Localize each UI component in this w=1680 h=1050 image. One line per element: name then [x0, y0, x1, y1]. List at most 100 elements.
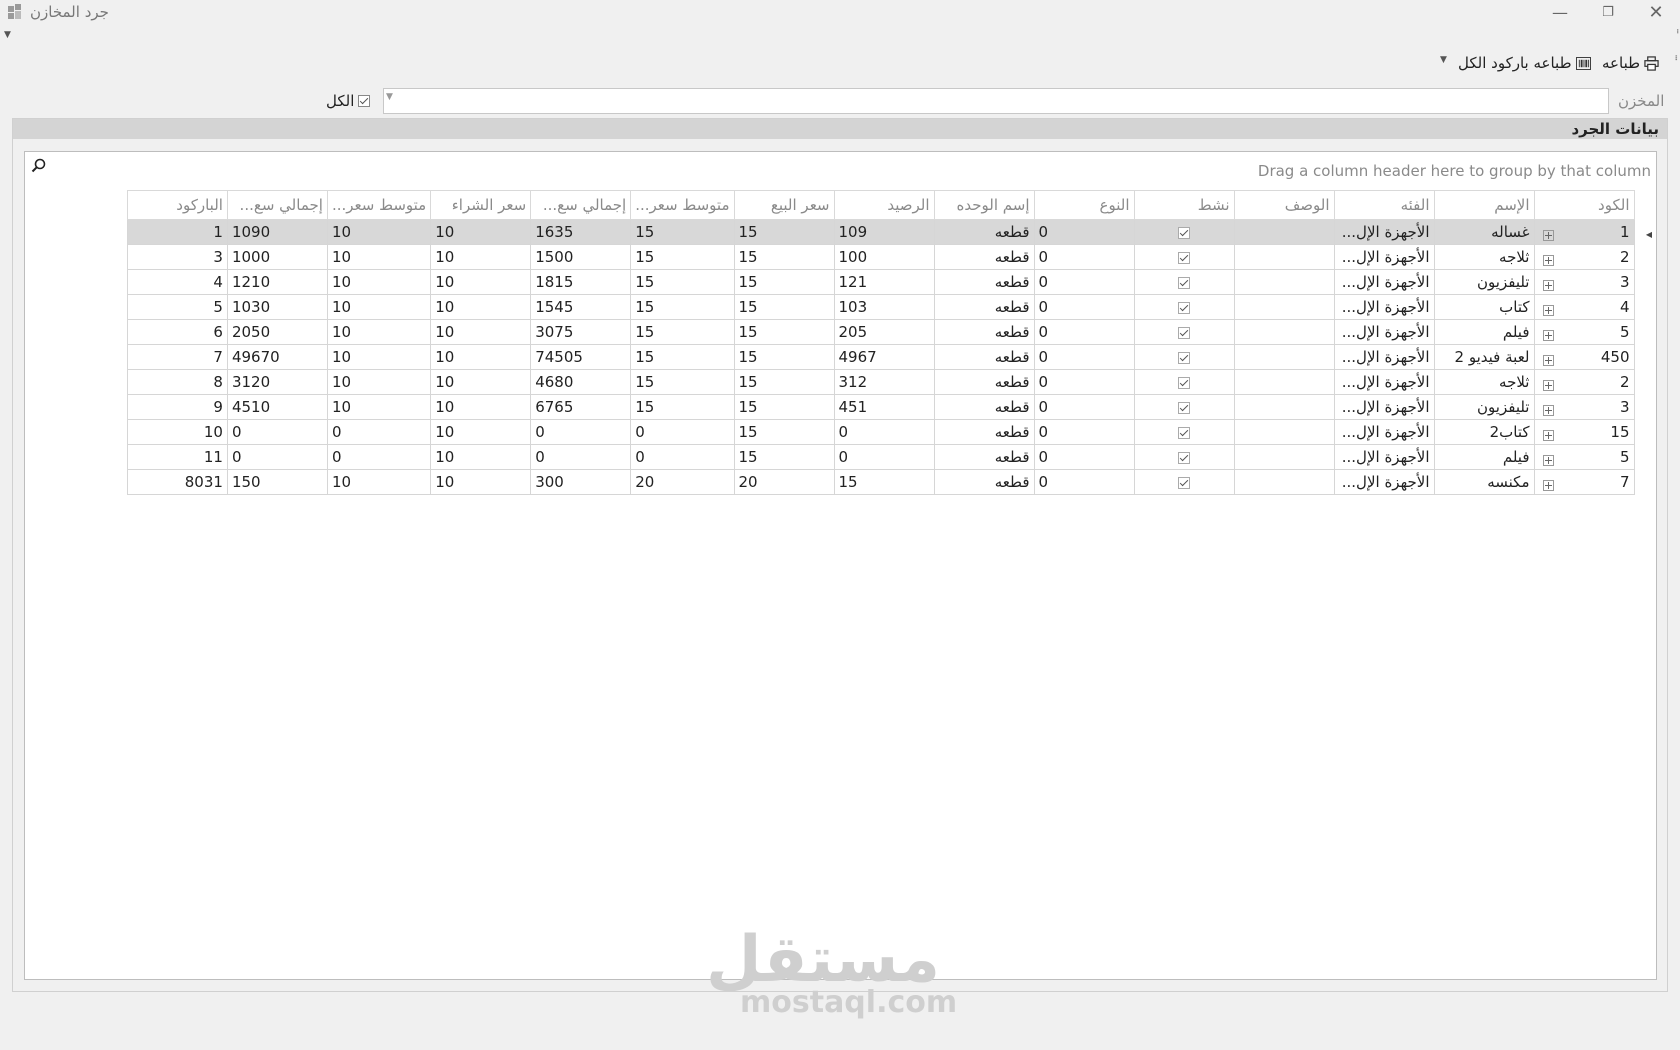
cell-buy[interactable]: 10	[430, 319, 532, 345]
cell-buy[interactable]: 10	[430, 469, 532, 495]
checkbox-checked-icon[interactable]	[1178, 326, 1190, 339]
cell-avg-buy[interactable]: 10	[326, 319, 432, 345]
column-header-avg-sell[interactable]: متوسط سعر...	[630, 190, 735, 220]
search-icon[interactable]	[31, 158, 47, 178]
cell-balance[interactable]: 205	[833, 319, 935, 345]
cell-category[interactable]: الأجهزة الإل...	[1333, 219, 1435, 245]
cell-desc[interactable]	[1233, 319, 1335, 345]
cell-avg-buy[interactable]: 10	[326, 269, 432, 295]
column-header-category[interactable]: الفئه	[1333, 190, 1435, 220]
table-row[interactable]: 5 فيلم الأجهزة الإل... 0 قطعه 0 15 0 0 10 0 0 11	[126, 444, 1656, 470]
cell-unit[interactable]: قطعه	[933, 294, 1035, 320]
column-header-type[interactable]: النوع	[1033, 190, 1135, 220]
checkbox-checked-icon[interactable]	[1178, 476, 1190, 489]
column-header-sell[interactable]: سعر البيع	[733, 190, 835, 220]
checkbox-checked-icon[interactable]	[358, 95, 371, 107]
cell-avg-sell[interactable]: 0	[630, 444, 735, 470]
cell-barcode[interactable]: 11	[126, 444, 228, 470]
column-header-code[interactable]: الكود	[1533, 190, 1635, 220]
cell-active[interactable]	[1133, 294, 1235, 320]
table-row[interactable]: ◀ 1 غساله الأجهزة الإل... 0 قطعه 109 15 15 1635 10…	[126, 219, 1656, 245]
expand-icon[interactable]	[1542, 230, 1554, 241]
cell-desc[interactable]	[1233, 244, 1335, 270]
cell-name[interactable]: فيلم	[1433, 319, 1535, 345]
cell-barcode[interactable]: 4	[126, 269, 228, 295]
checkbox-checked-icon[interactable]	[1178, 376, 1190, 389]
cell-balance[interactable]: 100	[833, 244, 935, 270]
cell-total-sell[interactable]: 3075	[530, 319, 632, 345]
cell-unit[interactable]: قطعه	[933, 394, 1035, 420]
column-header-unit[interactable]: إسم الوحده	[933, 190, 1035, 220]
cell-code[interactable]: 5	[1533, 319, 1635, 345]
cell-desc[interactable]	[1233, 219, 1335, 245]
toolbar-dropdown-icon[interactable]: ▼	[1440, 55, 1447, 65]
cell-name[interactable]: ثلاجه	[1433, 244, 1535, 270]
cell-avg-buy[interactable]: 10	[326, 294, 432, 320]
expand-icon[interactable]	[1542, 380, 1554, 391]
cell-sell[interactable]: 15	[733, 369, 835, 395]
cell-total-sell[interactable]: 74505	[530, 344, 632, 370]
expand-icon[interactable]	[1542, 430, 1554, 441]
cell-sell[interactable]: 20	[733, 469, 835, 495]
cell-type[interactable]: 0	[1033, 394, 1135, 420]
cell-type[interactable]: 0	[1033, 219, 1135, 245]
expand-icon[interactable]	[1542, 280, 1554, 291]
cell-unit[interactable]: قطعه	[933, 344, 1035, 370]
column-header-total-sell[interactable]: إجمالي سع...	[530, 190, 632, 220]
cell-total-sell[interactable]: 300	[530, 469, 632, 495]
cell-name[interactable]: مكنسه	[1433, 469, 1535, 495]
cell-category[interactable]: الأجهزة الإل...	[1333, 269, 1435, 295]
cell-total-buy[interactable]: 4510	[226, 394, 328, 420]
cell-unit[interactable]: قطعه	[933, 269, 1035, 295]
cell-sell[interactable]: 15	[733, 319, 835, 345]
cell-avg-buy[interactable]: 0	[326, 419, 432, 445]
cell-buy[interactable]: 10	[430, 369, 532, 395]
expand-icon[interactable]	[1542, 405, 1554, 416]
cell-avg-sell[interactable]: 0	[630, 419, 735, 445]
cell-buy[interactable]: 10	[430, 244, 532, 270]
cell-total-buy[interactable]: 0	[226, 419, 328, 445]
expand-icon[interactable]	[1542, 480, 1554, 491]
cell-name[interactable]: كتاب	[1433, 294, 1535, 320]
table-row[interactable]: 4 كتاب الأجهزة الإل... 0 قطعه 103 15 15 1545 10 10…	[126, 294, 1656, 320]
cell-barcode[interactable]: 6	[126, 319, 228, 345]
column-header-avg-buy[interactable]: متوسط سعر...	[326, 190, 432, 220]
checkbox-checked-icon[interactable]	[1178, 451, 1190, 464]
cell-type[interactable]: 0	[1033, 294, 1135, 320]
cell-code[interactable]: 3	[1533, 269, 1635, 295]
cell-name[interactable]: لعبة فيديو 2	[1433, 344, 1535, 370]
cell-category[interactable]: الأجهزة الإل...	[1333, 394, 1435, 420]
cell-active[interactable]	[1133, 394, 1235, 420]
cell-barcode[interactable]: 3	[126, 244, 228, 270]
cell-avg-buy[interactable]: 10	[326, 369, 432, 395]
checkbox-checked-icon[interactable]	[1178, 426, 1190, 439]
cell-category[interactable]: الأجهزة الإل...	[1333, 444, 1435, 470]
cell-type[interactable]: 0	[1033, 344, 1135, 370]
cell-buy[interactable]: 10	[430, 269, 532, 295]
cell-total-buy[interactable]: 1210	[226, 269, 328, 295]
cell-balance[interactable]: 109	[833, 219, 935, 245]
cell-desc[interactable]	[1233, 419, 1335, 445]
cell-code[interactable]: 4	[1533, 294, 1635, 320]
cell-sell[interactable]: 15	[733, 269, 835, 295]
checkbox-checked-icon[interactable]	[1178, 401, 1190, 414]
cell-active[interactable]	[1133, 344, 1235, 370]
checkbox-checked-icon[interactable]	[1178, 276, 1190, 289]
minimize-button[interactable]: —	[1540, 2, 1580, 24]
cell-code[interactable]: 2	[1533, 244, 1635, 270]
cell-unit[interactable]: قطعه	[933, 469, 1035, 495]
cell-balance[interactable]: 0	[833, 444, 935, 470]
cell-barcode[interactable]: 8	[126, 369, 228, 395]
checkbox-checked-icon[interactable]	[1178, 351, 1190, 364]
all-checkbox[interactable]: الكل	[326, 91, 371, 111]
cell-category[interactable]: الأجهزة الإل...	[1333, 469, 1435, 495]
restore-button[interactable]: ❐	[1588, 2, 1628, 24]
column-header-balance[interactable]: الرصيد	[833, 190, 935, 220]
cell-sell[interactable]: 15	[733, 419, 835, 445]
cell-buy[interactable]: 10	[430, 344, 532, 370]
cell-active[interactable]	[1133, 244, 1235, 270]
table-row[interactable]: 450 لعبة فيديو 2 الأجهزة الإل... 0 قطعه 4967 1…	[126, 344, 1656, 370]
column-header-name[interactable]: الإسم	[1433, 190, 1535, 220]
cell-avg-sell[interactable]: 15	[630, 394, 735, 420]
print-button[interactable]: طباعه	[1602, 52, 1659, 74]
